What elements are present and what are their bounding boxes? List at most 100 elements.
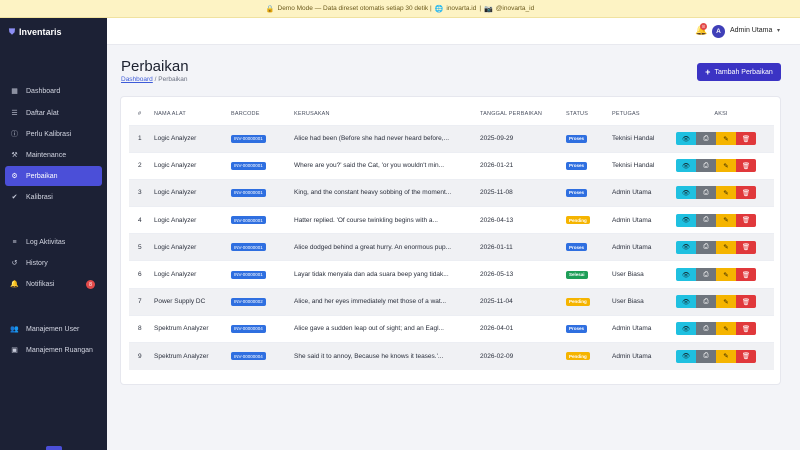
breadcrumb-current: Perbaikan — [158, 76, 188, 83]
cell-aksi: 👁 ⎙ ✎ 🗑 — [676, 341, 774, 370]
barcode-badge[interactable]: INV-00000001 — [231, 161, 266, 170]
sidebar-item-maintenance[interactable]: ⚒ Maintenance — [5, 145, 102, 165]
barcode-badge[interactable]: INV-00000001 — [231, 243, 266, 252]
delete-button[interactable]: 🗑 — [736, 186, 756, 200]
breadcrumb-home-link[interactable]: Dashboard — [121, 76, 153, 83]
sidebar-item-log-aktivitas[interactable]: ≡ Log Aktivitas — [5, 232, 102, 252]
delete-button[interactable]: 🗑 — [736, 240, 756, 254]
edit-button[interactable]: ✎ — [716, 349, 736, 363]
delete-button[interactable]: 🗑 — [736, 132, 756, 146]
barcode-badge[interactable]: INV-00000001 — [231, 134, 266, 143]
cell-tanggal: 2026-04-01 — [480, 314, 566, 343]
view-button[interactable]: 👁 — [676, 159, 696, 173]
row-actions: 👁 ⎙ ✎ 🗑 — [676, 240, 774, 254]
sidebar-item-kalibrasi[interactable]: ✔ Kalibrasi — [5, 187, 102, 207]
cell-tanggal: 2026-01-21 — [480, 151, 566, 180]
cell-barcode: INV-00000001 — [231, 206, 294, 234]
print-button[interactable]: ⎙ — [696, 322, 716, 336]
edit-button[interactable]: ✎ — [716, 322, 736, 336]
sidebar-item-history[interactable]: ↺ History — [5, 253, 102, 273]
cell-status: Proses — [566, 233, 612, 261]
delete-button[interactable]: 🗑 — [736, 349, 756, 363]
history-icon: ↺ — [11, 260, 18, 267]
edit-button[interactable]: ✎ — [716, 268, 736, 282]
print-icon: ⎙ — [703, 324, 709, 332]
status-badge: Pending — [566, 352, 590, 361]
edit-icon: ✎ — [723, 162, 729, 170]
delete-button[interactable]: 🗑 — [736, 322, 756, 336]
delete-button[interactable]: 🗑 — [736, 268, 756, 282]
cell-aksi: 👁 ⎙ ✎ 🗑 — [676, 314, 774, 343]
sidebar-item-notifikasi[interactable]: 🔔 Notifikasi 8 — [5, 274, 102, 294]
sidebar-item-manajemen-ruangan[interactable]: ▣ Manajemen Ruangan — [5, 340, 102, 360]
view-button[interactable]: 👁 — [676, 268, 696, 282]
sidebar-item-manajemen-user[interactable]: 👥 Manajemen User — [5, 319, 102, 339]
print-button[interactable]: ⎙ — [696, 295, 716, 309]
print-icon: ⎙ — [703, 188, 709, 196]
cell-status: Proses — [566, 314, 612, 343]
sidebar-item-label: History — [26, 259, 48, 267]
delete-button[interactable]: 🗑 — [736, 159, 756, 173]
view-button[interactable]: 👁 — [676, 322, 696, 336]
sidebar-item-label: Perbaikan — [26, 172, 58, 180]
print-icon: ⎙ — [703, 216, 709, 224]
user-menu-name[interactable]: Admin Utama — [730, 27, 772, 34]
sidebar-item-perlu-kalibrasi[interactable]: ⓘ Perlu Kalibrasi — [5, 124, 102, 144]
barcode-badge[interactable]: INV-00000001 — [231, 216, 266, 225]
cell-tanggal: 2026-01-11 — [480, 233, 566, 261]
print-button[interactable]: ⎙ — [696, 159, 716, 173]
barcode-badge[interactable]: INV-00000004 — [231, 352, 266, 361]
shield-logo-icon: ⛊ — [9, 27, 15, 36]
banner-site-link[interactable]: inovarta.id — [446, 5, 476, 12]
barcode-badge[interactable]: INV-00000001 — [231, 270, 266, 279]
sidebar-item-daftar-alat[interactable]: ☰ Daftar Alat — [5, 103, 102, 123]
row-number: 7 — [129, 287, 154, 316]
barcode-badge[interactable]: INV-00000004 — [231, 324, 266, 333]
cell-tanggal: 2025-09-29 — [480, 124, 566, 153]
view-button[interactable]: 👁 — [676, 213, 696, 227]
barcode-badge[interactable]: INV-00000001 — [231, 188, 266, 197]
print-button[interactable]: ⎙ — [696, 240, 716, 254]
print-button[interactable]: ⎙ — [696, 186, 716, 200]
view-button[interactable]: 👁 — [676, 186, 696, 200]
list-icon: ☰ — [11, 110, 18, 117]
cell-nama-alat: Power Supply DC — [154, 287, 231, 316]
avatar[interactable]: A — [712, 25, 725, 38]
print-button[interactable]: ⎙ — [696, 268, 716, 282]
table-row: 1 Logic Analyzer INV-00000001 Alice had bee… — [129, 124, 774, 153]
delete-button[interactable]: 🗑 — [736, 213, 756, 227]
breadcrumb: Dashboard / Perbaikan — [121, 76, 188, 83]
add-repair-button[interactable]: + Tambah Perbaikan — [697, 63, 781, 81]
view-button[interactable]: 👁 — [676, 240, 696, 254]
print-icon: ⎙ — [703, 270, 709, 278]
edit-icon: ✎ — [723, 325, 729, 333]
cell-petugas: User Biasa — [612, 287, 676, 316]
edit-button[interactable]: ✎ — [716, 295, 736, 309]
view-button[interactable]: 👁 — [676, 349, 696, 363]
edit-button[interactable]: ✎ — [716, 213, 736, 227]
cell-tanggal: 2026-04-13 — [480, 206, 566, 234]
banner-handle-link[interactable]: @inovarta_id — [496, 5, 534, 12]
view-button[interactable]: 👁 — [676, 295, 696, 309]
status-badge: Pending — [566, 216, 590, 225]
brand[interactable]: ⛊ Inventaris — [0, 18, 107, 46]
edit-button[interactable]: ✎ — [716, 132, 736, 146]
print-button[interactable]: ⎙ — [696, 349, 716, 363]
edit-button[interactable]: ✎ — [716, 186, 736, 200]
sidebar-item-dashboard[interactable]: ▦ Dashboard — [5, 81, 102, 101]
delete-icon: 🗑 — [741, 189, 751, 197]
delete-button[interactable]: 🗑 — [736, 295, 756, 309]
edit-icon: ✎ — [723, 298, 729, 306]
edit-button[interactable]: ✎ — [716, 240, 736, 254]
sidebar-item-perbaikan[interactable]: ⚙ Perbaikan — [5, 166, 102, 186]
edit-button[interactable]: ✎ — [716, 159, 736, 173]
delete-icon: 🗑 — [741, 162, 751, 170]
caret-down-icon[interactable]: ▾ — [777, 27, 780, 34]
table-row: 5 Logic Analyzer INV-00000001 Alice dodged … — [129, 233, 774, 261]
view-button[interactable]: 👁 — [676, 132, 696, 146]
print-button[interactable]: ⎙ — [696, 213, 716, 227]
print-button[interactable]: ⎙ — [696, 132, 716, 146]
barcode-badge[interactable]: INV-00000002 — [231, 297, 266, 306]
row-actions: 👁 ⎙ ✎ 🗑 — [676, 295, 774, 309]
row-number: 2 — [129, 151, 154, 180]
